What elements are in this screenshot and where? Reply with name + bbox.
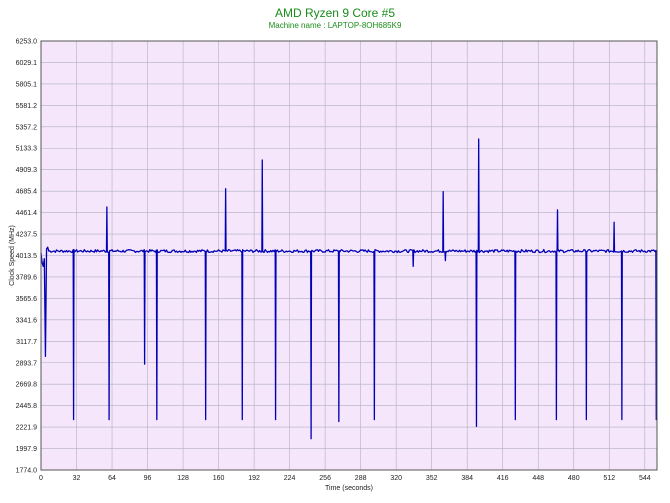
x-tick-label: 32	[73, 475, 81, 482]
y-axis: 6253.0 6029.1 5805.1 5581.2 5357.2 5133.3 4909…	[16, 39, 38, 475]
y-tick-label: 5357.2	[16, 124, 38, 131]
x-tick-label: 416	[497, 475, 509, 482]
x-axis-label: Time (seconds)	[325, 485, 373, 492]
x-tick-label: 96	[144, 475, 152, 482]
y-tick-label: 3117.7	[16, 339, 37, 346]
x-tick-label: 192	[248, 475, 260, 482]
y-tick-label: 3341.6	[16, 317, 38, 324]
y-tick-label: 2893.7	[16, 360, 38, 367]
x-tick-label: 64	[108, 475, 116, 482]
x-tick-label: 384	[461, 475, 473, 482]
y-tick-label: 1774.0	[16, 468, 38, 475]
y-tick-label: 4685.4	[16, 189, 38, 196]
y-tick-label: 2445.8	[16, 403, 38, 410]
gridlines	[40, 40, 657, 471]
y-tick-label: 4909.3	[16, 167, 38, 174]
y-tick-label: 4237.5	[16, 232, 38, 239]
y-tick-label: 5133.3	[16, 146, 38, 153]
x-tick-label: 128	[177, 475, 189, 482]
x-tick-label: 320	[390, 475, 402, 482]
y-tick-label: 5581.2	[16, 103, 38, 110]
x-tick-label: 448	[532, 475, 544, 482]
x-tick-label: 544	[639, 475, 651, 482]
y-axis-label: Clock Speed (MHz)	[9, 225, 16, 286]
y-tick-label: 6029.1	[16, 60, 38, 67]
y-tick-label: 3789.6	[16, 274, 38, 281]
x-tick-label: 512	[603, 475, 615, 482]
y-tick-label: 2669.8	[16, 382, 38, 389]
y-tick-label: 1997.9	[16, 446, 38, 453]
y-tick-label: 2221.9	[16, 425, 38, 432]
x-tick-label: 352	[426, 475, 438, 482]
x-tick-label: 0	[39, 475, 43, 482]
line-chart: 6253.0 6029.1 5805.1 5581.2 5357.2 5133.3 4909…	[9, 39, 658, 492]
x-tick-label: 480	[568, 475, 580, 482]
x-axis: 0 32 64 96 128 160 192 224 256 288 320 352 384 416 448…	[39, 475, 651, 482]
x-tick-label: 224	[284, 475, 296, 482]
y-tick-label: 4461.4	[16, 210, 38, 217]
y-tick-label: 6253.0	[16, 39, 38, 46]
y-tick-label: 3565.6	[16, 296, 38, 303]
x-tick-label: 256	[319, 475, 331, 482]
x-tick-label: 160	[213, 475, 225, 482]
x-tick-label: 288	[355, 475, 367, 482]
y-tick-label: 5805.1	[16, 81, 38, 88]
y-tick-label: 4013.5	[16, 253, 38, 260]
